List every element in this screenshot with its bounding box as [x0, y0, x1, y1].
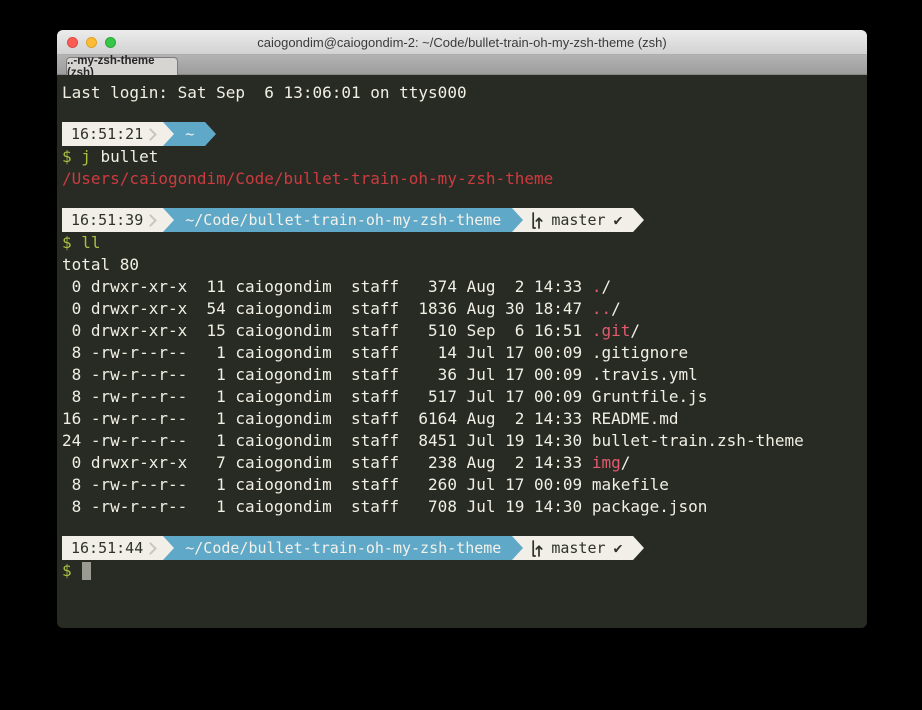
- prompt-dir-segment: ~/Code/bullet-train-oh-my-zsh-theme: [174, 208, 512, 232]
- chevron-right-icon: [144, 542, 157, 555]
- ls-row: 0 drwxr-xr-x 7 caiogondim staff 238 Aug …: [62, 452, 862, 474]
- ls-row: 8 -rw-r--r-- 1 caiogondim staff 36 Jul 1…: [62, 364, 862, 386]
- prompt-time: 16:51:21: [71, 123, 143, 145]
- command-text: ll: [72, 233, 101, 252]
- ls-file-name: .travis.yml: [592, 365, 698, 384]
- tab-bar: ..-my-zsh-theme (zsh): [57, 55, 867, 75]
- git-branch-name: master: [551, 209, 605, 231]
- ls-dir-name: .: [592, 277, 602, 296]
- prompt-git-segment: master ✔: [523, 536, 632, 560]
- ls-total-line: total 80: [62, 254, 862, 276]
- command-args: bullet: [91, 147, 158, 166]
- desktop: { "window": { "title": "caiogondim@caiog…: [0, 0, 922, 710]
- ls-file-name: makefile: [592, 475, 669, 494]
- prompt-dir-segment: ~: [174, 122, 205, 146]
- prompt-char: $: [62, 147, 72, 166]
- command-line-3: $: [62, 560, 862, 582]
- powerline-arrow-icon: [512, 536, 523, 560]
- zoom-button[interactable]: [105, 37, 116, 48]
- prompt-time-segment: 16:51:39: [62, 208, 163, 232]
- prompt-git-segment: master ✔: [523, 208, 632, 232]
- ls-row: 24 -rw-r--r-- 1 caiogondim staff 8451 Ju…: [62, 430, 862, 452]
- git-branch-icon: [530, 540, 543, 557]
- ls-file-name: Gruntfile.js: [592, 387, 708, 406]
- ls-file-name: .gitignore: [592, 343, 688, 362]
- ls-row: 8 -rw-r--r-- 1 caiogondim staff 14 Jul 1…: [62, 342, 862, 364]
- prompt-dir: ~: [185, 123, 194, 145]
- powerline-arrow-icon: [633, 208, 644, 232]
- command-text: j: [72, 147, 91, 166]
- ls-dir-name: img: [592, 453, 621, 472]
- prompt-char: $: [62, 233, 72, 252]
- ls-row: 8 -rw-r--r-- 1 caiogondim staff 260 Jul …: [62, 474, 862, 496]
- ls-file-name: README.md: [592, 409, 679, 428]
- terminal-screen[interactable]: Last login: Sat Sep 6 13:06:01 on ttys00…: [57, 74, 867, 628]
- chevron-right-icon: [144, 214, 157, 227]
- command-output-path: /Users/caiogondim/Code/bullet-train-oh-m…: [62, 168, 862, 190]
- prompt-char: $: [62, 561, 72, 580]
- window-titlebar[interactable]: caiogondim@caiogondim-2: ~/Code/bullet-t…: [57, 30, 867, 55]
- prompt-time: 16:51:44: [71, 537, 143, 559]
- close-button[interactable]: [67, 37, 78, 48]
- minimize-button[interactable]: [86, 37, 97, 48]
- ls-file-name: package.json: [592, 497, 708, 516]
- powerline-arrow-icon: [633, 536, 644, 560]
- prompt-time-segment: 16:51:21: [62, 122, 163, 146]
- terminal-tab[interactable]: ..-my-zsh-theme (zsh): [66, 57, 178, 75]
- prompt-dir-segment: ~/Code/bullet-train-oh-my-zsh-theme: [174, 536, 512, 560]
- powerline-arrow-icon: [163, 122, 174, 146]
- prompt-dir: ~/Code/bullet-train-oh-my-zsh-theme: [185, 209, 501, 231]
- ls-row: 8 -rw-r--r-- 1 caiogondim staff 517 Jul …: [62, 386, 862, 408]
- prompt-dir: ~/Code/bullet-train-oh-my-zsh-theme: [185, 537, 501, 559]
- last-login-line: Last login: Sat Sep 6 13:06:01 on ttys00…: [62, 82, 862, 104]
- ls-file-name: bullet-train.zsh-theme: [592, 431, 804, 450]
- powerline-arrow-icon: [163, 208, 174, 232]
- ls-dir-name: ..: [592, 299, 611, 318]
- powerline-arrow-icon: [163, 536, 174, 560]
- prompt-line-3: 16:51:44 ~/Code/bullet-train-oh-my-zsh-t…: [62, 536, 862, 560]
- prompt-line-2: 16:51:39 ~/Code/bullet-train-oh-my-zsh-t…: [62, 208, 862, 232]
- prompt-line-1: 16:51:21 ~: [62, 122, 862, 146]
- git-branch-name: master: [551, 537, 605, 559]
- ls-row: 0 drwxr-xr-x 54 caiogondim staff 1836 Au…: [62, 298, 862, 320]
- ls-row: 8 -rw-r--r-- 1 caiogondim staff 708 Jul …: [62, 496, 862, 518]
- ls-row: 0 drwxr-xr-x 15 caiogondim staff 510 Sep…: [62, 320, 862, 342]
- git-branch-icon: [530, 212, 543, 229]
- chevron-right-icon: [144, 128, 157, 141]
- prompt-time: 16:51:39: [71, 209, 143, 231]
- window-title: caiogondim@caiogondim-2: ~/Code/bullet-t…: [57, 35, 867, 50]
- ls-output: 0 drwxr-xr-x 11 caiogondim staff 374 Aug…: [62, 276, 862, 518]
- powerline-arrow-icon: [512, 208, 523, 232]
- command-line-1: $ j bullet: [62, 146, 862, 168]
- ls-dir-name: .git: [592, 321, 631, 340]
- command-line-2: $ ll: [62, 232, 862, 254]
- ls-row: 16 -rw-r--r-- 1 caiogondim staff 6164 Au…: [62, 408, 862, 430]
- traffic-lights: [67, 30, 116, 54]
- powerline-arrow-icon: [205, 122, 216, 146]
- git-clean-check: ✔: [614, 537, 623, 559]
- git-clean-check: ✔: [614, 209, 623, 231]
- ls-row: 0 drwxr-xr-x 11 caiogondim staff 374 Aug…: [62, 276, 862, 298]
- prompt-time-segment: 16:51:44: [62, 536, 163, 560]
- terminal-cursor: [82, 562, 91, 580]
- terminal-window: caiogondim@caiogondim-2: ~/Code/bullet-t…: [57, 30, 867, 628]
